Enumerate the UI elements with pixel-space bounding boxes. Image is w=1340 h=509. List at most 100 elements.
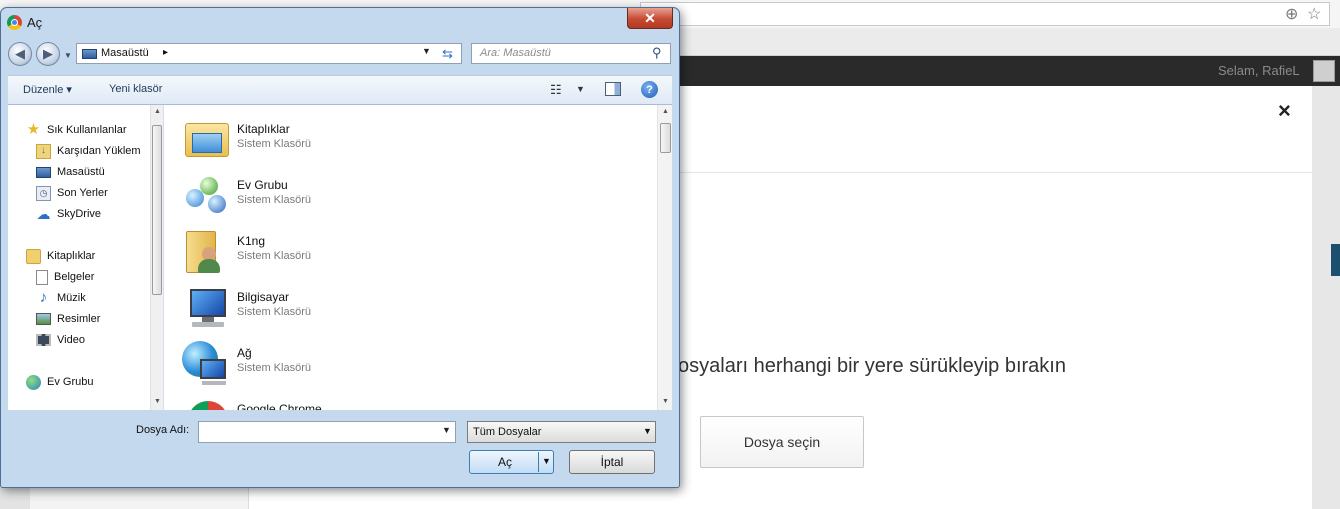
chrome-icon (7, 15, 22, 30)
file-list-scrollbar[interactable]: ▲ ▼ (657, 105, 672, 410)
search-placeholder: Ara: Masaüstü (480, 47, 551, 59)
open-button[interactable]: Aç ▼ (469, 450, 554, 474)
network-icon (182, 339, 232, 387)
search-input[interactable]: Ara: Masaüstü ⚲ (471, 43, 671, 64)
homegroup-icon (182, 171, 232, 219)
breadcrumb-separator-icon[interactable]: ▸ (163, 47, 168, 58)
side-tab[interactable] (1331, 244, 1340, 276)
user-greeting[interactable]: Selam, RafieL (1218, 63, 1300, 78)
choose-file-button[interactable]: Dosya seçin (700, 416, 864, 468)
nav-item-documents[interactable]: Belgeler (36, 267, 163, 287)
location-text[interactable]: Masaüstü (101, 47, 149, 59)
command-bar: Düzenle ▾ Yeni klasör ☷ ▼ ? (8, 75, 672, 105)
nav-item-label: Ev Grubu (47, 376, 94, 388)
nav-item-desktop[interactable]: Masaüstü (36, 162, 163, 182)
nav-item-skydrive[interactable]: ☁ SkyDrive (36, 204, 163, 224)
nav-item-favorites[interactable]: ★ Sık Kullanılanlar (26, 120, 163, 140)
arrow-right-icon: ▶ (43, 46, 53, 61)
list-item[interactable]: K1ng Sistem Klasörü (182, 227, 602, 283)
file-type-value: Tüm Dosyalar (473, 426, 542, 438)
user-folder-icon (182, 227, 232, 275)
modal-close-icon[interactable]: × (1278, 100, 1291, 122)
downloads-icon: ↓ (36, 143, 51, 159)
scroll-down-icon[interactable]: ▼ (151, 395, 163, 408)
nav-item-downloads[interactable]: ↓ Karşıdan Yüklem (36, 141, 163, 161)
file-name: Bilgisayar (237, 290, 290, 304)
address-bar[interactable]: ⊕ ☆ (640, 2, 1330, 26)
chevron-down-icon[interactable]: ▼ (64, 51, 72, 60)
help-icon[interactable]: ? (641, 81, 658, 98)
scrollbar-thumb[interactable] (152, 125, 162, 295)
nav-item-homegroup[interactable]: Ev Grubu (26, 372, 163, 392)
scroll-up-icon[interactable]: ▲ (659, 105, 672, 118)
nav-scrollbar[interactable]: ▲ ▼ (150, 105, 163, 410)
skydrive-icon: ☁ (36, 206, 51, 222)
arrow-left-icon: ◀ (15, 46, 25, 61)
recent-places-icon: ◷ (36, 185, 51, 201)
star-icon[interactable]: ☆ (1307, 7, 1321, 23)
nav-item-label: Sık Kullanılanlar (47, 124, 127, 136)
nav-item-label: Video (57, 334, 85, 346)
nav-item-video[interactable]: Video (36, 330, 163, 350)
scroll-up-icon[interactable]: ▲ (151, 105, 163, 118)
nav-item-label: Masaüstü (57, 166, 105, 178)
list-item[interactable]: Ağ Sistem Klasörü (182, 339, 602, 395)
search-icon[interactable]: ⚲ (652, 45, 662, 61)
dialog-close-button[interactable]: ✕ (627, 8, 673, 29)
music-icon: ♪ (39, 289, 48, 306)
chevron-down-icon[interactable]: ▼ (542, 456, 551, 466)
list-item[interactable]: Kitaplıklar Sistem Klasörü (182, 115, 602, 171)
zoom-icon[interactable]: ⊕ (1285, 7, 1298, 23)
file-type-select[interactable]: Tüm Dosyalar ▼ (467, 421, 656, 443)
nav-item-label: SkyDrive (57, 208, 102, 220)
drop-zone-text: osyaları herhangi bir yere sürükleyip bı… (678, 355, 1066, 377)
libraries-icon (26, 248, 41, 264)
file-type: Sistem Klasörü (237, 362, 311, 374)
dialog-title: Aç (27, 15, 43, 30)
organize-button[interactable]: Düzenle ▾ (23, 83, 72, 96)
chevron-down-icon[interactable]: ▼ (576, 84, 585, 94)
nav-item-label: Resimler (57, 313, 101, 325)
list-item[interactable]: Bilgisayar Sistem Klasörü (182, 283, 602, 339)
nav-item-label: Müzik (57, 292, 86, 304)
nav-item-libraries[interactable]: Kitaplıklar (26, 246, 163, 266)
file-name: Ağ (237, 346, 252, 360)
video-icon (36, 334, 51, 346)
list-item[interactable]: Ev Grubu Sistem Klasörü (182, 171, 602, 227)
navigation-pane: ★ Sık Kullanılanlar ↓ Karşıdan Yüklem Ma… (8, 105, 164, 410)
chevron-down-icon[interactable]: ▼ (422, 46, 431, 56)
view-options-icon[interactable]: ☷ (550, 82, 562, 98)
star-icon: ★ (26, 121, 41, 138)
open-button-label: Aç (498, 455, 513, 469)
nav-item-music[interactable]: ♪ Müzik (36, 288, 163, 308)
desktop-icon (82, 49, 97, 59)
file-type: Sistem Klasörü (237, 194, 311, 206)
libraries-icon (182, 115, 232, 163)
nav-item-pictures[interactable]: Resimler (36, 309, 163, 329)
file-type: Sistem Klasörü (237, 138, 311, 150)
preview-pane-icon[interactable] (605, 82, 621, 96)
nav-item-recent-places[interactable]: ◷ Son Yerler (36, 183, 163, 203)
documents-icon (36, 269, 48, 285)
avatar[interactable] (1313, 60, 1335, 82)
chevron-down-icon[interactable]: ▼ (442, 425, 451, 435)
chrome-icon (182, 395, 232, 410)
cancel-button[interactable]: İptal (569, 450, 655, 474)
file-name: K1ng (237, 234, 266, 248)
open-file-dialog: Aç ✕ ◀ ▶ ▼ Masaüstü ▸ ▼ ⇆ Ara: Masaüstü … (0, 7, 680, 488)
back-button[interactable]: ◀ (8, 42, 32, 66)
forward-button[interactable]: ▶ (36, 42, 60, 66)
scroll-down-icon[interactable]: ▼ (659, 395, 672, 408)
location-bar[interactable]: Masaüstü ▸ ▼ ⇆ (76, 43, 462, 64)
refresh-icon[interactable]: ⇆ (442, 46, 453, 62)
file-name-input[interactable] (198, 421, 456, 443)
file-name: Google Chrome (237, 402, 322, 410)
nav-item-label: Belgeler (54, 271, 95, 283)
new-folder-button[interactable]: Yeni klasör (109, 83, 162, 95)
file-name: Kitaplıklar (237, 122, 290, 136)
scrollbar-thumb[interactable] (660, 123, 671, 153)
list-item[interactable]: Google Chrome (182, 395, 602, 410)
homegroup-icon (26, 374, 41, 390)
page-right-edge (1312, 86, 1340, 509)
file-list: Kitaplıklar Sistem Klasörü Ev Grubu Sist… (164, 105, 672, 410)
